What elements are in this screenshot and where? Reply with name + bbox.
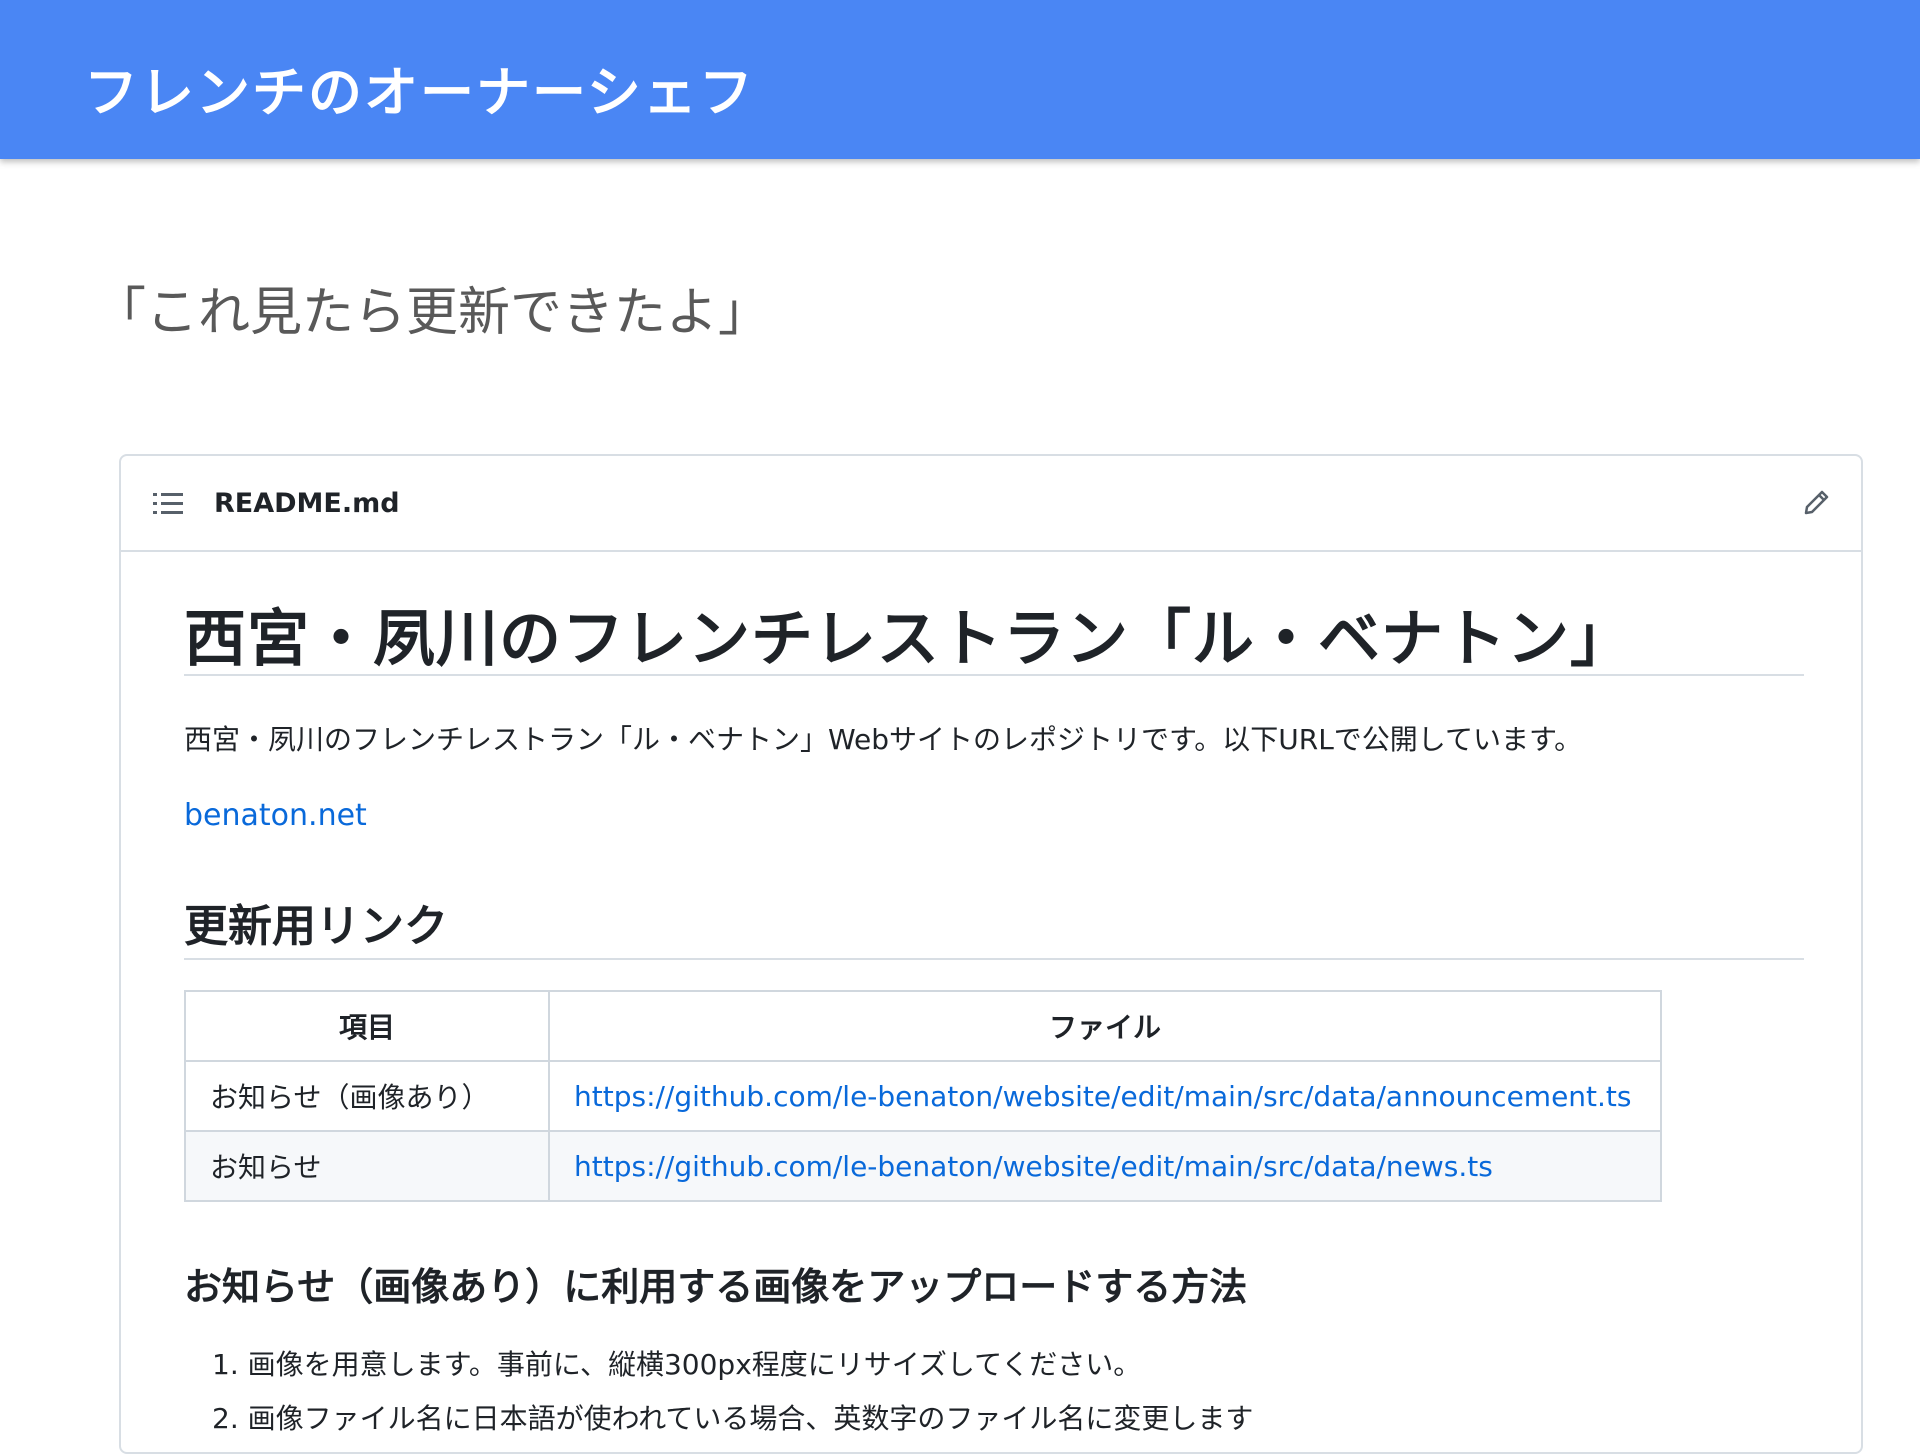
site-link[interactable]: benaton.net	[184, 798, 367, 833]
readme-heading: 西宮・夙川のフレンチレストラン「ル・ベナトン」	[184, 588, 1804, 676]
table-header-file: ファイル	[548, 990, 1662, 1062]
list-icon[interactable]	[153, 492, 183, 516]
readme-description: 西宮・夙川のフレンチレストラン「ル・ベナトン」Webサイトのレポジトリです。以下…	[184, 723, 1583, 756]
list-item: 1. 画像を用意します。事前に、縦横300px程度にリサイズしてください。	[212, 1348, 1142, 1381]
table-cell-file-link[interactable]: https://github.com/le-benaton/website/ed…	[548, 1130, 1662, 1202]
section-heading-update-links: 更新用リンク	[184, 890, 1804, 960]
list-item: 2. 画像ファイル名に日本語が使われている場合、英数字のファイル名に変更します	[212, 1402, 1254, 1435]
section-heading-upload-method: お知らせ（画像あり）に利用する画像をアップロードする方法	[184, 1265, 1248, 1309]
update-links-table: 項目 ファイル お知らせ（画像あり） https://github.com/le…	[184, 990, 1662, 1202]
slide-header-bar: フレンチのオーナーシェフ	[0, 0, 1920, 159]
table-header-row: 項目 ファイル	[184, 990, 1662, 1062]
upload-steps-list: 1. 画像を用意します。事前に、縦横300px程度にリサイズしてください。 2.…	[212, 1338, 1253, 1446]
readme-header: README.md	[121, 456, 1861, 552]
table-header-item: 項目	[184, 990, 550, 1062]
readme-filename: README.md	[214, 488, 400, 519]
table-cell-file-link[interactable]: https://github.com/le-benaton/website/ed…	[548, 1060, 1662, 1132]
slide-quote: 「これ見たら更新できたよ」	[94, 283, 771, 343]
readme-panel: README.md 西宮・夙川のフレンチレストラン「ル・ベナトン」 西宮・夙川の…	[119, 454, 1863, 1454]
table-cell-item: お知らせ	[184, 1130, 550, 1202]
table-cell-item: お知らせ（画像あり）	[184, 1060, 550, 1132]
slide-title: フレンチのオーナーシェフ	[84, 61, 755, 124]
table-row: お知らせ（画像あり） https://github.com/le-benaton…	[184, 1060, 1662, 1132]
pencil-icon[interactable]	[1801, 488, 1831, 518]
table-row: お知らせ https://github.com/le-benaton/websi…	[184, 1130, 1662, 1202]
